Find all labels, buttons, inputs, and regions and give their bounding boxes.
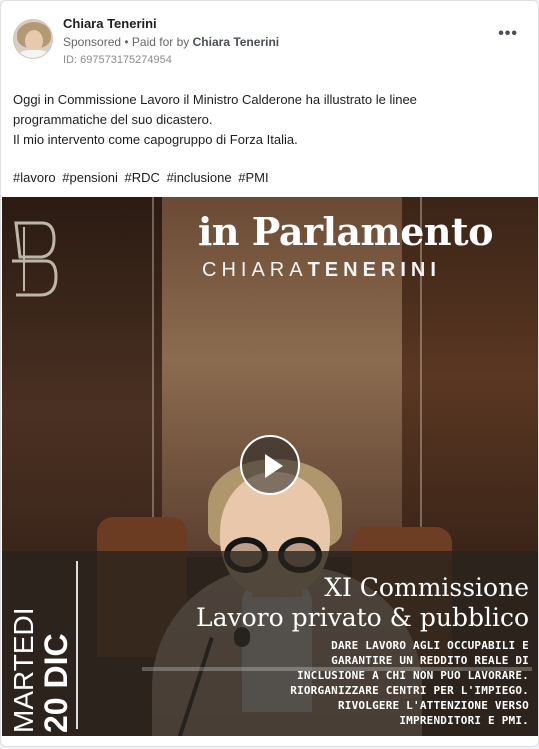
commission-description: DARE LAVORO AGLI OCCUPABILI E GARANTIRE … [229,638,529,728]
post-header: Chiara Tenerini Sponsored • Paid for by … [13,13,526,73]
post-text-line: programmatiche del suo dicastero. [13,112,213,127]
hashtag[interactable]: #inclusione [167,170,232,185]
hashtag[interactable]: #RDC [125,170,160,185]
date-label: 20 DIC [38,633,74,733]
date-divider [76,561,78,729]
hashtags: #lavoro #pensioni #RDC #inclusione #PMI [13,170,272,185]
description-line: RIORGANIZZARE CENTRI PER L'IMPIEGO. [290,684,529,697]
speaker-last-name: TENERINI [307,259,441,281]
author-name[interactable]: Chiara Tenerini [63,16,157,31]
avatar-shirt [18,50,50,58]
commission-title: XI Commissione [324,573,529,602]
panel-divider [152,197,154,547]
date-block: MARTEDI 20 DIC [8,557,74,734]
ad-id: ID: 697573175274954 [63,54,172,66]
show-title: in Parlamento [198,209,493,254]
video-player[interactable]: in Parlamento CHIARATENERINI MARTEDI 20 … [2,197,538,736]
description-line: RIVOLGERE L'ATTENZIONE VERSO [337,699,529,712]
description-line: INCLUSIONE A CHI NON PUO LAVORARE. [297,669,529,682]
paid-for-by-prefix: • Paid for by [124,35,190,49]
description-line: GARANTIRE UN REDDITO REALE DI [331,654,529,667]
hashtag[interactable]: #pensioni [62,170,118,185]
ad-card: Chiara Tenerini Sponsored • Paid for by … [0,0,539,747]
show-speaker-name: CHIARATENERINI [202,259,441,282]
hashtag[interactable]: #PMI [238,170,268,185]
avatar-face [25,30,43,52]
commission-subtitle: Lavoro privato & pubblico [195,603,529,632]
description-line: IMPRENDITORI E PMI. [399,714,529,727]
more-options-icon[interactable]: ••• [498,25,518,43]
play-button[interactable] [240,435,300,495]
speaker-first-name: CHIARA [202,259,308,281]
post-text: Oggi in Commissione Lavoro il Ministro C… [13,90,513,150]
hashtag[interactable]: #lavoro [13,170,56,185]
sponsored-meta: Sponsored • Paid for by Chiara Tenerini [63,35,279,49]
description-line: DARE LAVORO AGLI OCCUPABILI E [331,639,529,652]
avatar[interactable] [13,19,53,59]
play-icon [265,454,283,478]
weekday-label: MARTEDI [8,607,39,734]
republic-emblem-icon [12,221,58,297]
sponsored-label: Sponsored [63,35,122,49]
post-text-line: Il mio intervento come capogruppo di For… [13,132,298,147]
post-text-line: Oggi in Commissione Lavoro il Ministro C… [13,92,417,107]
paid-for-by-name[interactable]: Chiara Tenerini [193,35,279,49]
